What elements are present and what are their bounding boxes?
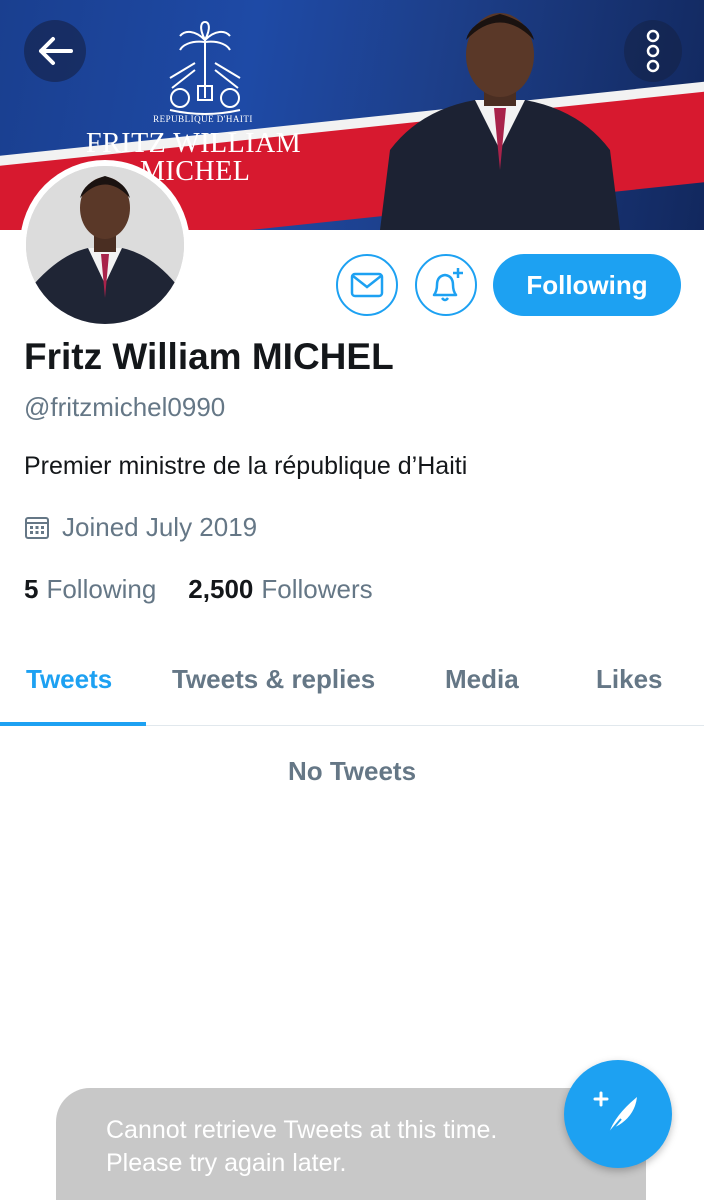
profile-tabs: Tweets Tweets & replies Media Likes (0, 644, 704, 726)
display-name: Fritz William MICHEL (24, 336, 394, 377)
tab-tweets-replies[interactable]: Tweets & replies (172, 664, 375, 695)
followers-link[interactable]: Followers (261, 574, 372, 605)
envelope-icon (350, 272, 384, 298)
toast-line-2: Please try again later. (106, 1149, 347, 1177)
calendar-icon (25, 516, 49, 539)
tab-likes[interactable]: Likes (596, 664, 663, 695)
avatar-image (26, 166, 184, 324)
username-handle: @fritzmichel0990 (24, 392, 226, 422)
profile-avatar[interactable] (20, 160, 190, 330)
profile-bio: Premier ministre de la république d’Hait… (24, 452, 468, 480)
banner-title-line1: FRITZ WILLIAM (86, 128, 302, 159)
more-options-button[interactable] (624, 20, 682, 82)
following-button[interactable]: Following (493, 254, 681, 316)
notifications-button[interactable] (415, 254, 477, 316)
joined-date: Joined July 2019 (62, 512, 258, 542)
back-button[interactable] (24, 20, 86, 82)
bell-plus-icon (432, 268, 463, 302)
following-link[interactable]: Following (46, 574, 156, 605)
coat-of-arms-icon (169, 21, 241, 115)
error-toast: Cannot retrieve Tweets at this time. Ple… (56, 1088, 646, 1200)
banner-underline (268, 167, 323, 169)
following-count[interactable]: 5 (24, 574, 38, 605)
tab-media[interactable]: Media (445, 664, 519, 695)
tab-tweets[interactable]: Tweets (26, 664, 112, 695)
seal-caption: REPUBLIQUE D'HAITI (153, 114, 253, 124)
more-vertical-icon (646, 29, 660, 73)
follow-stats: 5 Following 2,500 Followers (24, 574, 373, 605)
followers-count[interactable]: 2,500 (188, 574, 253, 605)
banner-portrait-image (380, 13, 620, 230)
compose-tweet-icon (593, 1091, 637, 1134)
arrow-left-icon (39, 37, 73, 65)
compose-tweet-button[interactable] (564, 1060, 672, 1168)
joined-date-row: Joined July 2019 (24, 512, 257, 543)
empty-timeline-message: No Tweets (287, 756, 417, 786)
active-tab-indicator (0, 722, 146, 726)
message-button[interactable] (336, 254, 398, 316)
